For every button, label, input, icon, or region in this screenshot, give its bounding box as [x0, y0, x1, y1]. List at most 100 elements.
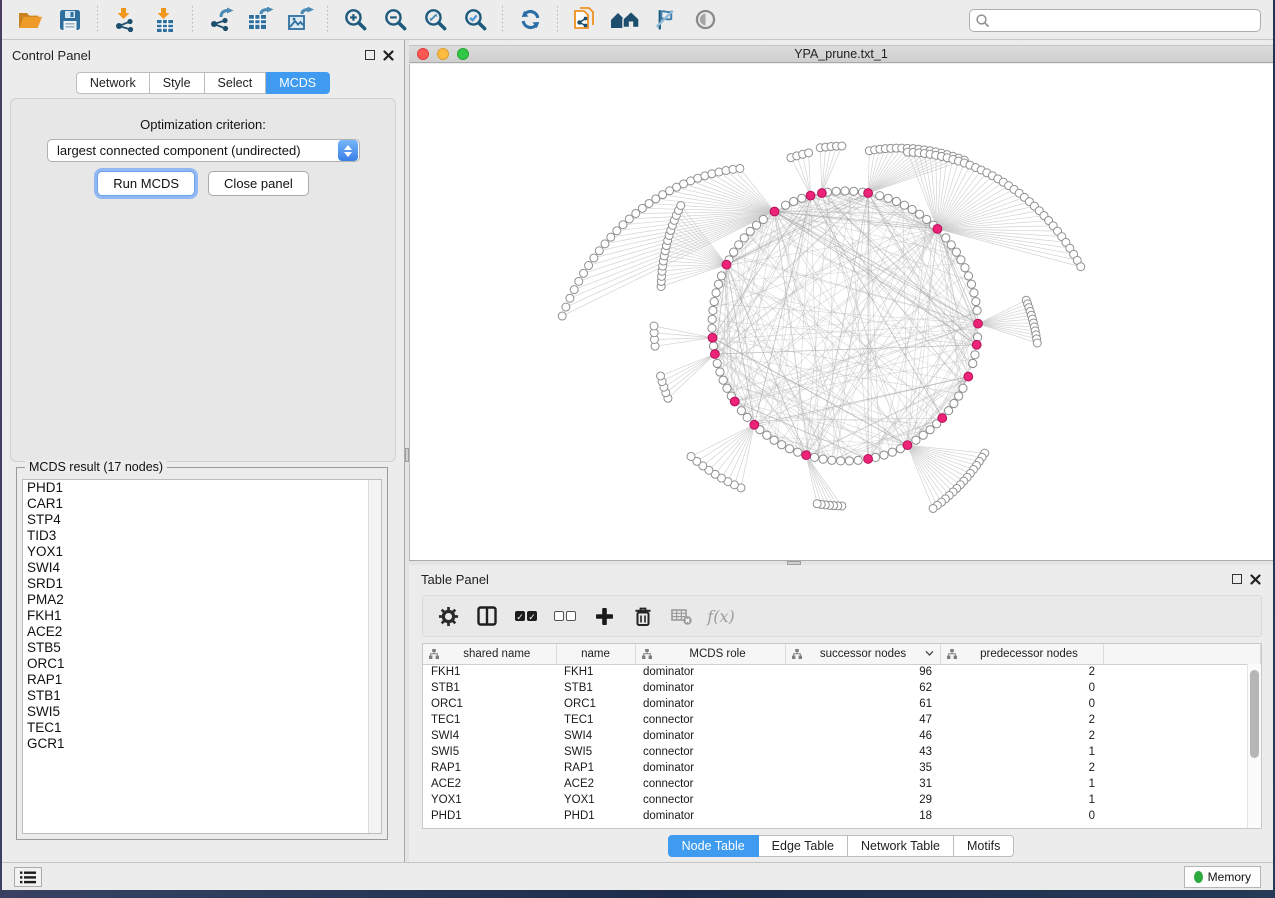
memory-label: Memory [1208, 870, 1251, 884]
zoom-fit-button[interactable] [418, 5, 452, 35]
table-row[interactable]: ORC1ORC1dominator610 [423, 696, 1261, 712]
table-row[interactable]: SWI4SWI4dominator462 [423, 728, 1261, 744]
table-header-row[interactable]: shared namenameMCDS rolesuccessor nodesp… [423, 644, 1261, 664]
network-graph[interactable] [410, 64, 1274, 560]
run-mcds-button[interactable]: Run MCDS [97, 171, 195, 196]
mcds-result-item[interactable]: RAP1 [23, 672, 381, 688]
table-row[interactable]: TEC1TEC1connector472 [423, 712, 1261, 728]
table-row[interactable]: YOX1YOX1connector291 [423, 792, 1261, 808]
mcds-result-item[interactable]: CAR1 [23, 496, 381, 512]
memory-status-icon [1194, 871, 1203, 883]
float-panel-icon[interactable] [1232, 574, 1242, 584]
import-network-button[interactable] [108, 5, 142, 35]
refresh-button[interactable] [513, 5, 547, 35]
search-icon [975, 13, 991, 29]
mcds-result-item[interactable]: TID3 [23, 528, 381, 544]
homes-button[interactable] [608, 5, 642, 35]
zoom-out-button[interactable] [378, 5, 412, 35]
column-header-shared-name[interactable]: shared name [423, 644, 556, 664]
table-row[interactable]: STB1STB1dominator620 [423, 680, 1261, 696]
import-table-icon [152, 7, 178, 33]
close-panel-icon[interactable] [383, 50, 394, 61]
table-scrollbar[interactable] [1247, 664, 1261, 828]
tab-mcds[interactable]: MCDS [266, 72, 330, 94]
unchecked-boxes-icon [554, 611, 576, 621]
tab-node-table[interactable]: Node Table [668, 835, 759, 857]
float-panel-icon[interactable] [365, 50, 375, 60]
show-columns-button[interactable] [472, 601, 502, 631]
mcds-result-item[interactable]: STB5 [23, 640, 381, 656]
tab-edge-table[interactable]: Edge Table [759, 835, 848, 857]
table-row[interactable]: FKH1FKH1dominator962 [423, 664, 1261, 680]
memory-button[interactable]: Memory [1184, 866, 1261, 888]
optimization-criterion-label: Optimization criterion: [11, 117, 395, 132]
mcds-result-item[interactable]: GCR1 [23, 736, 381, 752]
column-header-name[interactable]: name [556, 644, 635, 664]
select-all-button[interactable]: ✓✓ [511, 601, 541, 631]
delete-table-button[interactable] [667, 601, 697, 631]
tab-network[interactable]: Network [76, 72, 150, 94]
table-row[interactable]: ACE2ACE2connector311 [423, 776, 1261, 792]
mcds-result-item[interactable]: TEC1 [23, 720, 381, 736]
tab-style[interactable]: Style [150, 72, 205, 94]
open-session-button[interactable] [13, 5, 47, 35]
table-settings-button[interactable] [433, 601, 463, 631]
toolbar-search[interactable] [969, 9, 1261, 32]
annotation-flag-button[interactable] [648, 5, 682, 35]
zoom-selected-button[interactable] [458, 5, 492, 35]
column-header-predecessor-nodes[interactable]: predecessor nodes [940, 644, 1103, 664]
tab-select[interactable]: Select [205, 72, 267, 94]
column-header-MCDS-role[interactable]: MCDS role [635, 644, 785, 664]
table-row[interactable]: SWI5SWI5connector431 [423, 744, 1261, 760]
task-history-button[interactable] [14, 867, 42, 887]
deselect-all-button[interactable] [550, 601, 580, 631]
table-tabs: Node TableEdge TableNetwork TableMotifs [409, 835, 1273, 857]
mcds-result-item[interactable]: SRD1 [23, 576, 381, 592]
close-panel-icon[interactable] [1250, 574, 1261, 585]
export-table-icon [246, 7, 274, 33]
mcds-result-item[interactable]: SWI5 [23, 704, 381, 720]
table-panel-title: Table Panel [421, 572, 489, 587]
flag-slash-icon [653, 7, 678, 32]
network-canvas[interactable] [409, 64, 1273, 560]
network-window-titlebar[interactable]: YPA_prune.txt_1 [409, 45, 1273, 63]
table-toolbar: ✓✓ [422, 595, 1262, 637]
export-table-button[interactable] [243, 5, 277, 35]
mcds-result-list[interactable]: PHD1CAR1STP4TID3YOX1SWI4SRD1PMA2FKH1ACE2… [22, 479, 382, 834]
zoom-selected-icon [463, 7, 488, 32]
toolbar-separator [502, 6, 503, 34]
column-header-successor-nodes[interactable]: successor nodes [785, 644, 940, 664]
zoom-in-button[interactable] [338, 5, 372, 35]
save-session-button[interactable] [53, 5, 87, 35]
mcds-result-item[interactable]: STB1 [23, 688, 381, 704]
mcds-result-item[interactable]: PMA2 [23, 592, 381, 608]
export-image-icon [286, 7, 314, 33]
mcds-result-item[interactable]: ORC1 [23, 656, 381, 672]
clone-network-button[interactable] [568, 5, 602, 35]
mcds-result-item[interactable]: FKH1 [23, 608, 381, 624]
table-row[interactable]: PHD1PHD1dominator180 [423, 808, 1261, 824]
mcds-result-item[interactable]: ACE2 [23, 624, 381, 640]
mcds-result-item[interactable]: STP4 [23, 512, 381, 528]
eye-icon [693, 7, 718, 32]
mcds-result-item[interactable]: SWI4 [23, 560, 381, 576]
mcds-result-item[interactable]: PHD1 [23, 480, 381, 496]
list-scrollbar[interactable] [368, 480, 381, 833]
mcds-result-item[interactable]: YOX1 [23, 544, 381, 560]
table-row[interactable]: RAP1RAP1dominator352 [423, 760, 1261, 776]
node-table: shared namenameMCDS rolesuccessor nodesp… [422, 643, 1262, 829]
scrollbar-thumb[interactable] [1250, 670, 1259, 758]
import-table-button[interactable] [148, 5, 182, 35]
search-input[interactable] [991, 14, 1260, 28]
function-builder-button[interactable]: f(x) [706, 601, 736, 631]
export-network-button[interactable] [203, 5, 237, 35]
add-column-button[interactable] [589, 601, 619, 631]
tab-network-table[interactable]: Network Table [848, 835, 954, 857]
tab-motifs[interactable]: Motifs [954, 835, 1014, 857]
show-hide-button[interactable] [688, 5, 722, 35]
close-panel-button[interactable]: Close panel [208, 171, 309, 196]
export-image-button[interactable] [283, 5, 317, 35]
delete-column-button[interactable] [628, 601, 658, 631]
toolbar-separator [97, 6, 98, 34]
criterion-select[interactable]: largest connected component (undirected) [47, 139, 360, 162]
